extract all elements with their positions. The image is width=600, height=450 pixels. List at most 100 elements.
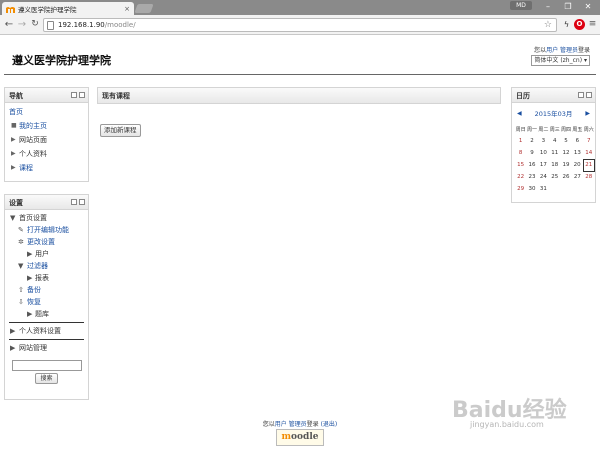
settings-item[interactable]: ▶ 题库 <box>9 308 84 320</box>
add-course-button[interactable]: 添加新课程 <box>100 124 141 137</box>
courses-block: 现有课程 <box>97 87 501 104</box>
settings-item[interactable]: ⇧ 备份 <box>9 284 84 296</box>
expand-triangle-icon: ▶ <box>27 250 33 258</box>
calendar-week-row: 8 9 10 11 12 13 14 <box>515 147 595 159</box>
back-icon[interactable]: ← <box>3 18 15 31</box>
calendar-day[interactable]: 3 <box>538 135 549 147</box>
dock-icon[interactable] <box>578 92 584 98</box>
nav-item-home[interactable]: 首页 <box>9 105 84 119</box>
settings-item-profile[interactable]: ▶ 个人资料设置 <box>9 325 84 337</box>
nav-item[interactable]: ▶ 网站页面 <box>9 133 84 147</box>
calendar-day[interactable]: 5 <box>560 135 571 147</box>
new-tab-button[interactable] <box>134 4 154 13</box>
nav-item[interactable]: ■ 我的主页 <box>9 119 84 133</box>
prev-month-icon[interactable]: ◀ <box>517 107 522 121</box>
settings-item[interactable]: ✎ 打开编辑功能 <box>9 224 84 236</box>
calendar-day[interactable]: 18 <box>549 159 560 171</box>
url-path: /moodle/ <box>104 21 136 29</box>
calendar-weekday: 周日 <box>515 126 526 133</box>
calendar-day[interactable]: 9 <box>526 147 537 159</box>
settings-item[interactable]: ⇩ 恢复 <box>9 296 84 308</box>
settings-search-input[interactable] <box>11 360 82 371</box>
calendar-day[interactable]: 16 <box>526 159 537 171</box>
tab-close-icon[interactable]: × <box>124 5 130 13</box>
calendar-day[interactable]: 21 <box>582 158 596 172</box>
bookmark-star-icon[interactable]: ☆ <box>544 20 552 30</box>
calendar-day[interactable]: 8 <box>515 147 526 159</box>
calendar-day <box>549 183 560 195</box>
browser-tab[interactable]: 遵义医学院护理学院 × <box>2 2 134 15</box>
address-bar[interactable]: 192.168.1.90/moodle/ ☆ <box>43 18 557 32</box>
collapse-icon[interactable] <box>79 92 85 98</box>
nav-item[interactable]: ▶ 个人资料 <box>9 147 84 161</box>
calendar-day[interactable]: 6 <box>572 135 583 147</box>
calendar-weekday: 周六 <box>583 126 594 133</box>
settings-item-label: 更改设置 <box>27 238 55 246</box>
minimize-icon[interactable]: – <box>540 1 556 12</box>
settings-search-button[interactable]: 搜索 <box>35 373 58 384</box>
moodle-logo-rest: oodle <box>291 432 319 442</box>
settings-item[interactable]: ▶ 报表 <box>9 272 84 284</box>
profile-badge[interactable]: MD <box>510 1 532 10</box>
settings-item-label: 恢复 <box>27 298 41 306</box>
calendar-day[interactable]: 10 <box>538 147 549 159</box>
calendar-day[interactable]: 22 <box>515 171 526 183</box>
nav-item[interactable]: ▶ 课程 <box>9 161 84 175</box>
maximize-icon[interactable]: ❐ <box>560 1 576 12</box>
expand-triangle-icon: ▶ <box>11 136 16 143</box>
calendar-day[interactable]: 4 <box>549 135 560 147</box>
backup-icon: ⇧ <box>18 286 24 294</box>
close-window-icon[interactable]: ✕ <box>580 1 596 12</box>
calendar-day[interactable]: 14 <box>583 147 594 159</box>
calendar-day[interactable]: 24 <box>538 171 549 183</box>
calendar-day[interactable]: 7 <box>583 135 594 147</box>
dock-icon[interactable] <box>71 92 77 98</box>
moodle-logo[interactable]: moodle <box>276 429 324 446</box>
calendar-day[interactable]: 27 <box>572 171 583 183</box>
settings-item[interactable]: ✲ 更改设置 <box>9 236 84 248</box>
settings-item-label: 首页设置 <box>19 214 47 222</box>
calendar-day[interactable]: 2 <box>526 135 537 147</box>
settings-item-site-admin[interactable]: ▶ 网站管理 <box>9 342 84 354</box>
settings-item[interactable]: ▼ 过滤器 <box>9 260 84 272</box>
collapse-icon[interactable] <box>79 199 85 205</box>
settings-block-header: 设置 <box>5 195 88 210</box>
dock-icon[interactable] <box>71 199 77 205</box>
calendar-weekday: 周四 <box>561 126 572 133</box>
calendar-day[interactable]: 30 <box>526 183 537 195</box>
expand-triangle-icon: ▶ <box>27 274 33 282</box>
collapse-icon[interactable] <box>586 92 592 98</box>
moodle-logo-m: m <box>281 432 292 442</box>
calendar-day[interactable]: 12 <box>560 147 571 159</box>
login-user-link[interactable]: 用户 管理员 <box>546 47 578 54</box>
calendar-day[interactable]: 19 <box>560 159 571 171</box>
calendar-block-header: 日历 <box>512 88 595 103</box>
footer-user-link[interactable]: 用户 管理员 <box>275 421 307 428</box>
flash-extension-icon[interactable]: ϟ <box>561 19 572 30</box>
settings-item[interactable]: ▶ 用户 <box>9 248 84 260</box>
menu-icon[interactable]: ≡ <box>587 19 598 30</box>
settings-divider <box>9 339 84 340</box>
filter-icon: ▼ <box>18 262 24 270</box>
calendar-day[interactable]: 26 <box>560 171 571 183</box>
next-month-icon[interactable]: ▶ <box>585 107 590 121</box>
calendar-day[interactable]: 17 <box>538 159 549 171</box>
calendar-day[interactable]: 29 <box>515 183 526 195</box>
calendar-day[interactable]: 28 <box>583 171 594 183</box>
forward-icon[interactable]: → <box>16 18 28 31</box>
calendar-month-label[interactable]: 2015年03月 <box>535 110 573 118</box>
calendar-day[interactable]: 23 <box>526 171 537 183</box>
gear-icon: ✲ <box>18 238 24 246</box>
opera-extension-icon[interactable]: O <box>574 19 585 30</box>
calendar-day[interactable]: 11 <box>549 147 560 159</box>
language-select[interactable]: 简体中文 (zh_cn) ▾ <box>531 55 590 66</box>
calendar-day[interactable]: 15 <box>515 159 526 171</box>
calendar-day[interactable]: 20 <box>572 159 583 171</box>
calendar-day[interactable]: 31 <box>538 183 549 195</box>
calendar-day[interactable]: 1 <box>515 135 526 147</box>
settings-item-front-page[interactable]: ▼ 首页设置 <box>9 212 84 224</box>
reload-icon[interactable]: ↻ <box>29 18 41 31</box>
logout-link[interactable]: (退出) <box>321 421 338 428</box>
calendar-day[interactable]: 25 <box>549 171 560 183</box>
calendar-day[interactable]: 13 <box>572 147 583 159</box>
